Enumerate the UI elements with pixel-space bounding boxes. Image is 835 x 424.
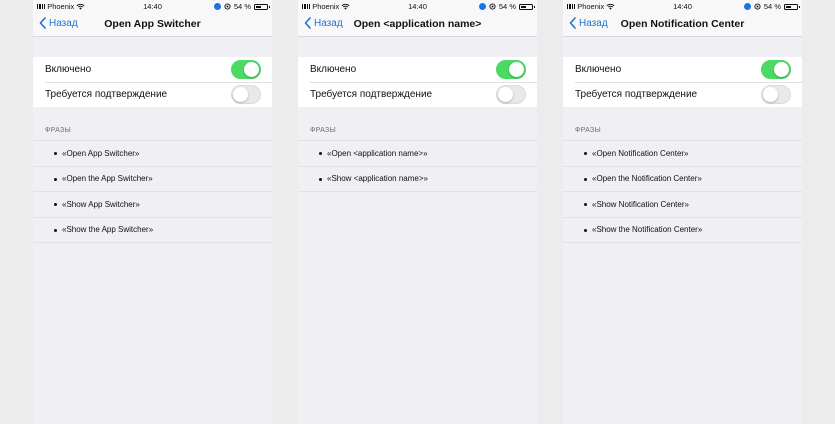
battery-percent: 54 %: [763, 2, 781, 11]
top-bar: Phoenix 14:40 54 %: [298, 0, 537, 37]
enabled-toggle[interactable]: [231, 60, 261, 79]
bluetooth-icon: [743, 3, 751, 10]
phrase-text: «Show Notification Center»: [592, 199, 689, 209]
enabled-label: Включено: [575, 64, 622, 75]
enabled-toggle[interactable]: [496, 60, 526, 79]
orientation-lock-icon: [489, 3, 496, 10]
nav-bar: Назад Open App Switcher: [33, 14, 272, 34]
battery-icon: [254, 3, 270, 10]
phrase-text: «Open <application name>»: [327, 148, 428, 158]
phrase-item: «Open Notification Center»: [563, 141, 802, 167]
bullet-icon: [319, 152, 322, 155]
orientation-lock-icon: [224, 3, 231, 10]
phone-screen-3: Phoenix 14:40 54 % Назад Open Notificati…: [563, 0, 802, 424]
phrases-list: «Open Notification Center» «Open the Noti…: [563, 140, 802, 243]
bullet-icon: [54, 228, 57, 232]
phrase-item: «Open <application name>»: [298, 141, 537, 167]
phrase-item: «Show the App Switcher»: [33, 218, 272, 243]
phrase-item: «Show App Switcher»: [33, 192, 272, 218]
bluetooth-icon: [478, 3, 486, 10]
confirm-row: Требуется подтверждение: [33, 82, 272, 107]
phrase-text: «Open App Switcher»: [62, 148, 140, 158]
phrase-text: «Show <application name>»: [327, 174, 428, 184]
confirm-toggle[interactable]: [496, 85, 526, 104]
phrases-header: ФРАЗЫ: [310, 127, 337, 134]
enabled-label: Включено: [45, 64, 92, 75]
phrase-text: «Show the Notification Center»: [592, 225, 703, 235]
page-title: Open Notification Center: [620, 18, 745, 30]
phrase-item: «Open the Notification Center»: [563, 167, 802, 192]
phone-screen-1: Phoenix 14:40 54 % Назад Open App Switch…: [33, 0, 272, 424]
phrase-item: «Show <application name>»: [298, 167, 537, 192]
bluetooth-icon: [213, 3, 221, 10]
phrase-text: «Show App Switcher»: [62, 199, 140, 209]
enabled-row: Включено: [33, 57, 272, 82]
battery-percent: 54 %: [233, 2, 251, 11]
status-bar: Phoenix 14:40 54 %: [563, 0, 802, 12]
confirm-row: Требуется подтверждение: [298, 82, 537, 107]
confirm-label: Требуется подтверждение: [575, 89, 698, 100]
phrase-text: «Open the Notification Center»: [592, 174, 702, 184]
bullet-icon: [319, 177, 322, 181]
page-title: Open <application name>: [353, 18, 482, 30]
phrase-item: «Show Notification Center»: [563, 192, 802, 218]
confirm-toggle[interactable]: [231, 85, 261, 104]
bullet-icon: [54, 152, 57, 155]
nav-bar: Назад Open Notification Center: [563, 14, 802, 34]
enabled-row: Включено: [563, 57, 802, 82]
enabled-toggle[interactable]: [761, 60, 791, 79]
bullet-icon: [584, 228, 587, 232]
phrase-item: «Show the Notification Center»: [563, 218, 802, 243]
settings-group: Включено Требуется подтверждение: [33, 57, 272, 107]
bullet-icon: [584, 203, 587, 206]
battery-percent: 54 %: [498, 2, 516, 11]
confirm-row: Требуется подтверждение: [563, 82, 802, 107]
enabled-row: Включено: [298, 57, 537, 82]
battery-icon: [784, 3, 800, 10]
status-right: 54 %: [213, 2, 270, 11]
phrase-text: «Open Notification Center»: [592, 148, 689, 158]
top-bar: Phoenix 14:40 54 %: [563, 0, 802, 37]
page-title: Open App Switcher: [104, 18, 201, 30]
phrases-header: ФРАЗЫ: [575, 127, 602, 134]
phrase-text: «Show the App Switcher»: [62, 225, 154, 235]
battery-icon: [519, 3, 535, 10]
status-bar: Phoenix 14:40 54 %: [33, 0, 272, 12]
bullet-icon: [54, 177, 57, 181]
status-bar: Phoenix 14:40 54 %: [298, 0, 537, 12]
confirm-toggle[interactable]: [761, 85, 791, 104]
confirm-label: Требуется подтверждение: [310, 89, 433, 100]
phrases-list: «Open App Switcher» «Open the App Switche…: [33, 140, 272, 243]
phone-screen-2: Phoenix 14:40 54 % Назад Open <applicati…: [298, 0, 537, 424]
bullet-icon: [54, 203, 57, 206]
phrase-text: «Open the App Switcher»: [62, 174, 153, 184]
status-right: 54 %: [743, 2, 800, 11]
orientation-lock-icon: [754, 3, 761, 10]
settings-group: Включено Требуется подтверждение: [563, 57, 802, 107]
nav-bar: Назад Open <application name>: [298, 14, 537, 34]
phrases-list: «Open <application name>» «Show <applicat…: [298, 140, 537, 192]
phrase-item: «Open App Switcher»: [33, 141, 272, 167]
phrase-item: «Open the App Switcher»: [33, 167, 272, 192]
settings-group: Включено Требуется подтверждение: [298, 57, 537, 107]
top-bar: Phoenix 14:40 54 %: [33, 0, 272, 37]
bullet-icon: [584, 177, 587, 181]
phrases-header: ФРАЗЫ: [45, 127, 72, 134]
status-right: 54 %: [478, 2, 535, 11]
enabled-label: Включено: [310, 64, 357, 75]
bullet-icon: [584, 152, 587, 155]
confirm-label: Требуется подтверждение: [45, 89, 168, 100]
